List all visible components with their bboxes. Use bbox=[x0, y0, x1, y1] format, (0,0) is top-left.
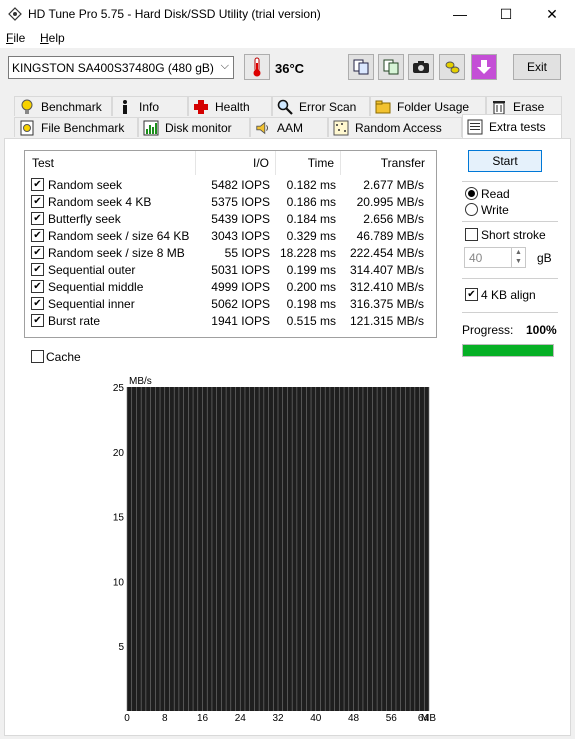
y-tick-label: 15 bbox=[113, 513, 125, 524]
x-tick-label: 48 bbox=[348, 713, 360, 724]
x-tick-label: 0 bbox=[124, 713, 130, 724]
x-tick-label: 32 bbox=[272, 713, 284, 724]
chart-y-axis-label: MB/s bbox=[129, 376, 152, 387]
x-tick-label: 40 bbox=[310, 713, 322, 724]
y-tick-label: 20 bbox=[113, 448, 125, 459]
x-tick-label: 16 bbox=[197, 713, 209, 724]
x-tick-label: 56 bbox=[386, 713, 398, 724]
chart-y-ticks: 25 20 15 10 5 bbox=[113, 383, 125, 653]
transfer-chart: 252015105 0 8 16 24 32 40 48 56 64 MB/s MB bbox=[113, 376, 436, 724]
chart-x-ticks: 0 8 16 24 32 40 48 56 64 bbox=[124, 713, 429, 724]
x-tick-label: 24 bbox=[235, 713, 247, 724]
x-tick-label: 8 bbox=[162, 713, 168, 724]
chart-x-axis-label: MB bbox=[421, 713, 436, 724]
y-tick-label: 5 bbox=[118, 642, 124, 653]
y-tick-label: 25 bbox=[113, 383, 125, 394]
y-tick-label: 10 bbox=[113, 577, 125, 588]
